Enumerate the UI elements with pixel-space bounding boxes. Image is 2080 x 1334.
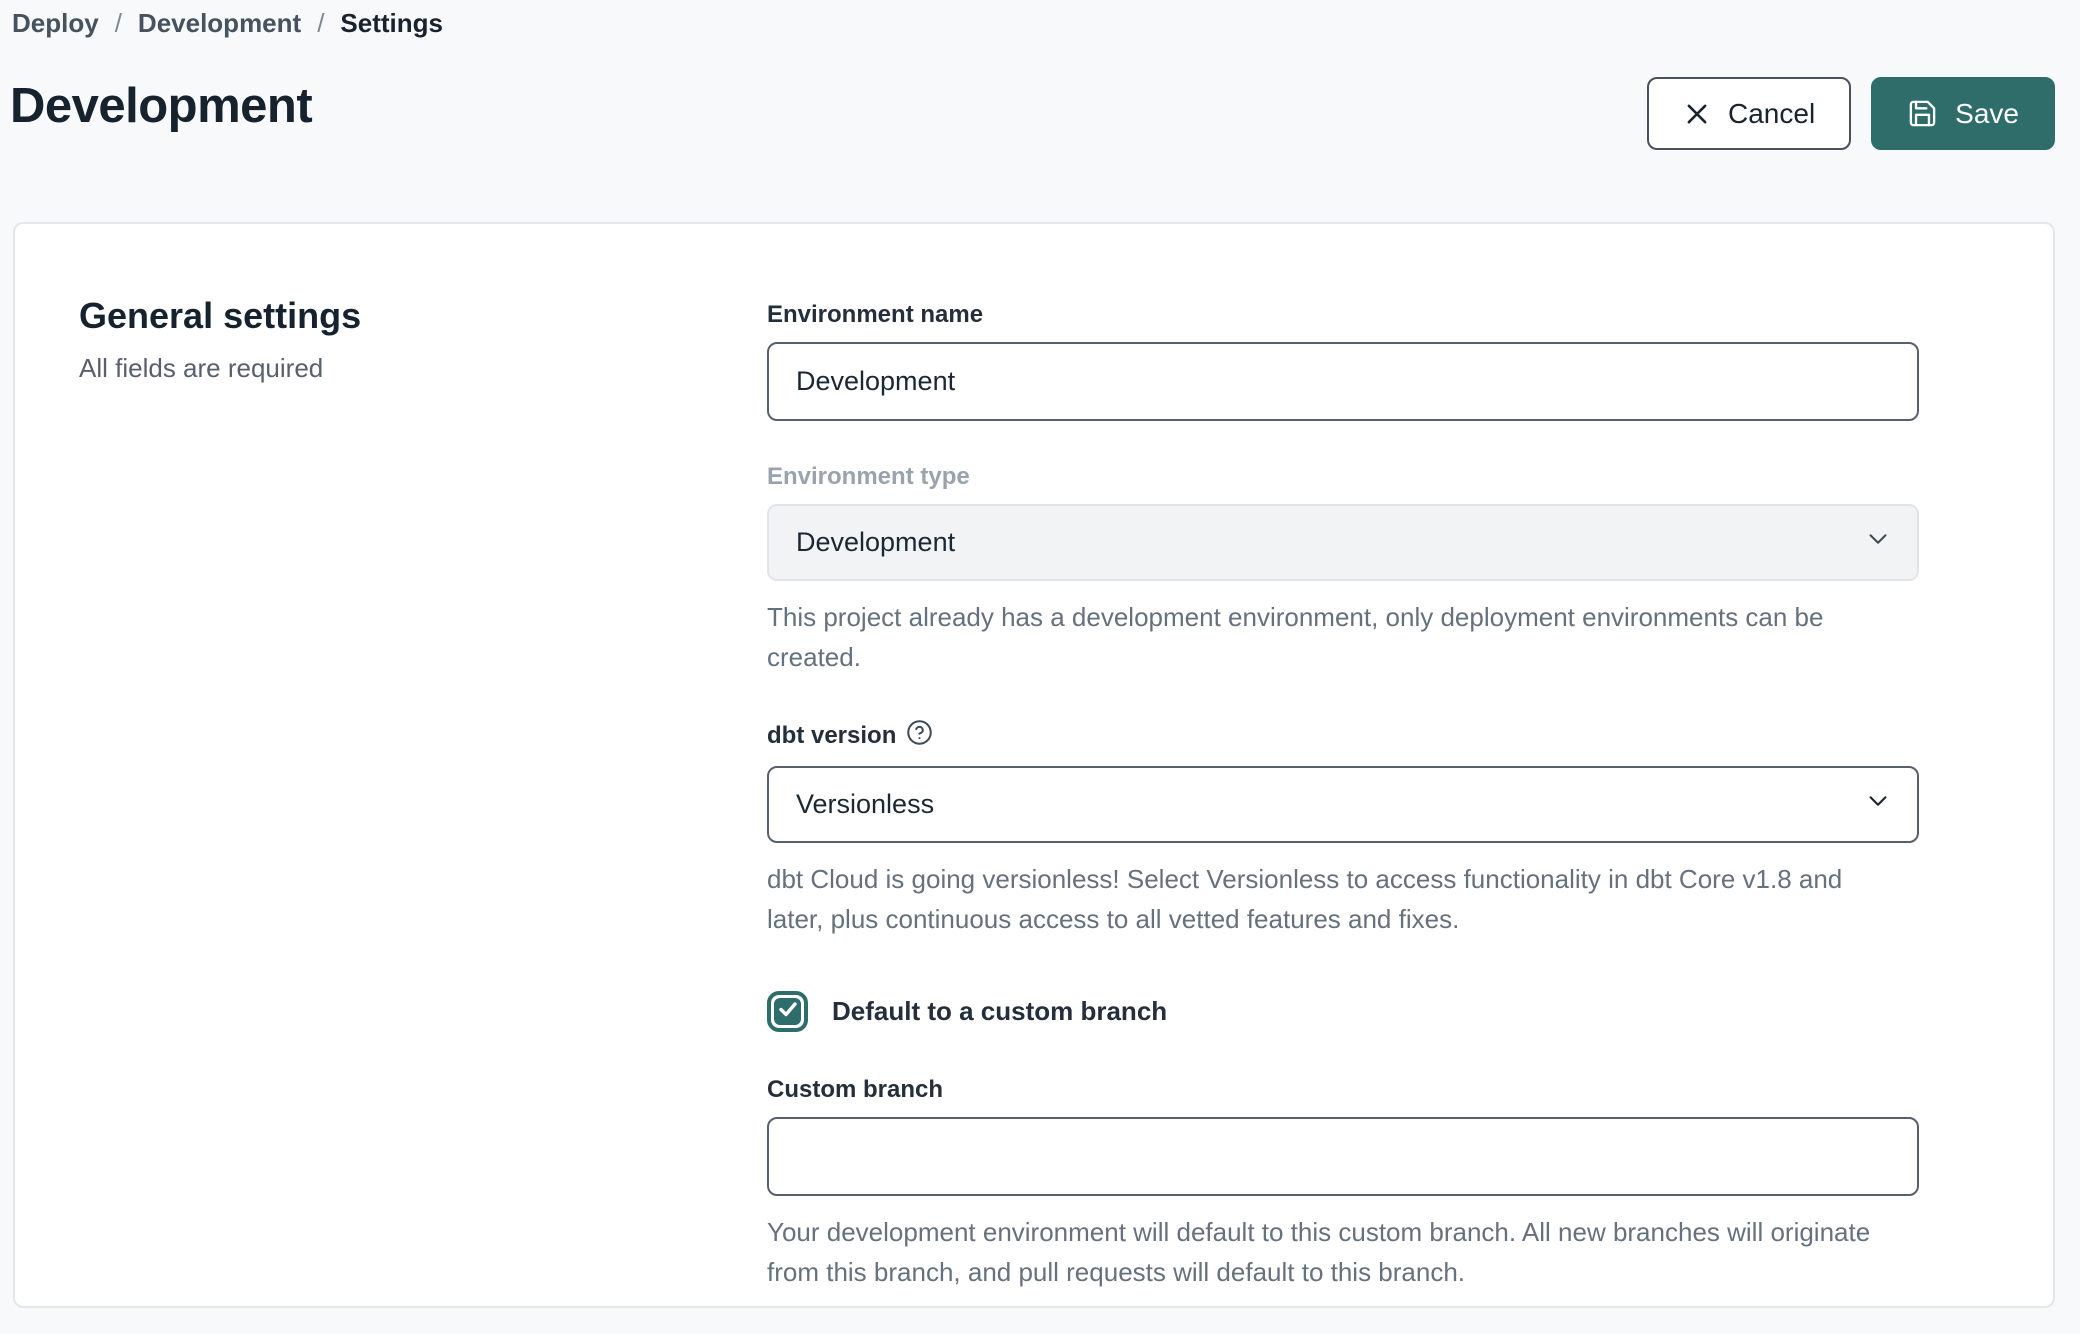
settings-form: Environment name Environment type Develo… xyxy=(767,295,1919,1334)
general-settings-card: General settings All fields are required… xyxy=(13,222,2055,1308)
breadcrumb-deploy[interactable]: Deploy xyxy=(12,8,99,39)
environment-type-label: Environment type xyxy=(767,463,1919,491)
environment-name-field: Environment name xyxy=(767,301,1919,421)
dbt-version-value: Versionless xyxy=(796,789,934,820)
dbt-version-field: dbt version Versionless xyxy=(767,719,1919,939)
environment-name-input[interactable] xyxy=(767,342,1919,421)
save-icon xyxy=(1907,98,1938,129)
section-intro: General settings All fields are required xyxy=(79,295,767,1334)
environment-type-field: Environment type Development This projec… xyxy=(767,463,1919,677)
chevron-down-icon xyxy=(1863,524,1893,561)
custom-branch-toggle-row: Default to a custom branch xyxy=(767,991,1919,1032)
custom-branch-toggle-label[interactable]: Default to a custom branch xyxy=(832,996,1167,1027)
custom-branch-label: Custom branch xyxy=(767,1076,1919,1104)
help-icon[interactable] xyxy=(906,719,933,753)
breadcrumb-development[interactable]: Development xyxy=(138,8,301,39)
check-icon xyxy=(776,997,800,1026)
section-title: General settings xyxy=(79,295,767,337)
page-title: Development xyxy=(10,78,312,134)
dbt-version-help-text: dbt Cloud is going versionless! Select V… xyxy=(767,859,1897,939)
header-actions: Cancel Save xyxy=(1647,77,2055,150)
chevron-down-icon xyxy=(1863,786,1893,823)
dbt-version-label-text: dbt version xyxy=(767,722,896,750)
environment-name-label: Environment name xyxy=(767,301,1919,329)
custom-branch-field: Custom branch Your development environme… xyxy=(767,1076,1919,1292)
save-button[interactable]: Save xyxy=(1871,77,2055,150)
environment-type-value: Development xyxy=(796,527,955,558)
environment-type-help-text: This project already has a development e… xyxy=(767,597,1897,677)
dbt-version-select[interactable]: Versionless xyxy=(767,766,1919,843)
environment-type-select: Development xyxy=(767,504,1919,581)
breadcrumb-separator: / xyxy=(317,8,324,39)
breadcrumb: Deploy / Development / Settings xyxy=(12,8,443,39)
cancel-button[interactable]: Cancel xyxy=(1647,77,1851,150)
close-icon xyxy=(1683,100,1711,128)
section-subtitle: All fields are required xyxy=(79,353,767,384)
cancel-button-label: Cancel xyxy=(1728,98,1815,130)
custom-branch-help-text: Your development environment will defaul… xyxy=(767,1212,1897,1292)
custom-branch-input[interactable] xyxy=(767,1117,1919,1196)
dbt-version-label: dbt version xyxy=(767,719,1919,753)
save-button-label: Save xyxy=(1955,98,2019,130)
breadcrumb-separator: / xyxy=(115,8,122,39)
custom-branch-checkbox[interactable] xyxy=(767,991,808,1032)
breadcrumb-settings: Settings xyxy=(340,8,443,39)
